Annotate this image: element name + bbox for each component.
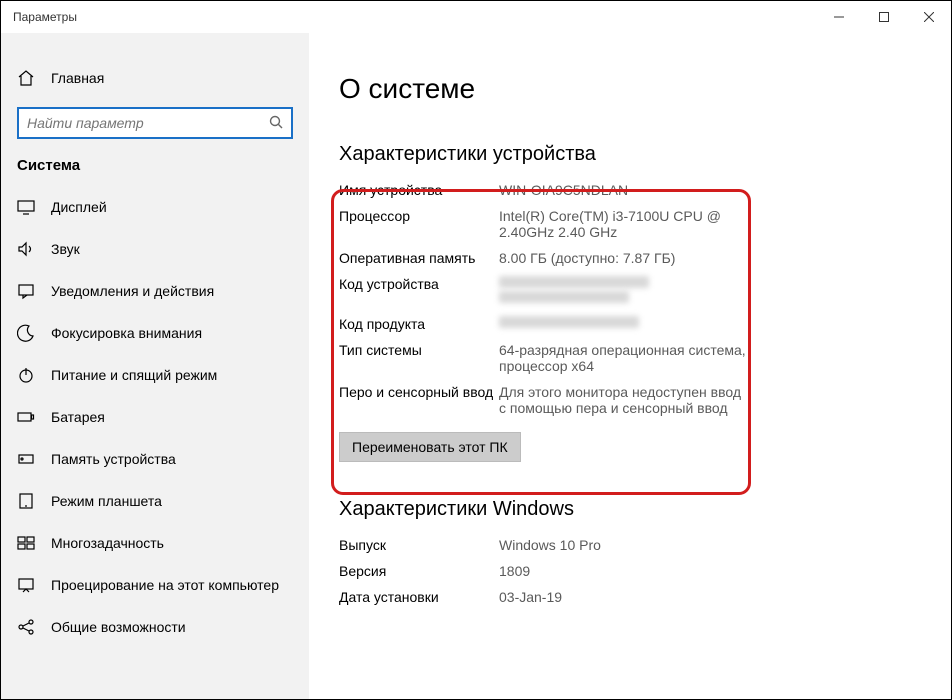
spec-ram: Оперативная память 8.00 ГБ (доступно: 7.…: [339, 250, 921, 266]
spec-value: Windows 10 Pro: [499, 537, 601, 553]
home-icon: [17, 69, 35, 87]
sidebar-item-tablet-mode[interactable]: Режим планшета: [1, 480, 309, 522]
spec-product-id: Код продукта: [339, 316, 921, 332]
search-icon: [269, 115, 283, 132]
sidebar-item-label: Режим планшета: [51, 493, 162, 509]
sidebar-item-label: Дисплей: [51, 199, 107, 215]
spec-value-redacted: [499, 316, 639, 332]
sidebar: Главная Система Дисплей Звук Уведомления…: [1, 33, 309, 699]
titlebar: Параметры: [1, 1, 951, 33]
spec-device-id: Код устройства: [339, 276, 921, 306]
spec-label: Имя устройства: [339, 182, 499, 198]
search-input[interactable]: [27, 115, 269, 131]
sidebar-item-label: Фокусировка внимания: [51, 325, 202, 341]
spec-value: Для этого монитора недоступен ввод с пом…: [499, 384, 749, 416]
sidebar-item-label: Многозадачность: [51, 535, 164, 551]
spec-label: Версия: [339, 563, 499, 579]
storage-icon: [17, 450, 35, 468]
sidebar-item-label: Память устройства: [51, 451, 176, 467]
spec-value-redacted: [499, 276, 649, 306]
sidebar-item-battery[interactable]: Батарея: [1, 396, 309, 438]
spec-value: 1809: [499, 563, 530, 579]
sidebar-item-label: Батарея: [51, 409, 105, 425]
spec-processor: Процессор Intel(R) Core(TM) i3-7100U CPU…: [339, 208, 921, 240]
rename-pc-button[interactable]: Переименовать этот ПК: [339, 432, 521, 462]
sidebar-item-label: Проецирование на этот компьютер: [51, 577, 279, 593]
sidebar-item-power[interactable]: Питание и спящий режим: [1, 354, 309, 396]
sidebar-item-multitasking[interactable]: Многозадачность: [1, 522, 309, 564]
window-title: Параметры: [13, 10, 77, 24]
sidebar-item-storage[interactable]: Память устройства: [1, 438, 309, 480]
sidebar-item-projecting[interactable]: Проецирование на этот компьютер: [1, 564, 309, 606]
spec-label: Выпуск: [339, 537, 499, 553]
spec-edition: Выпуск Windows 10 Pro: [339, 537, 921, 553]
spec-label: Код продукта: [339, 316, 499, 332]
spec-value: 03-Jan-19: [499, 589, 562, 605]
nav-home-label: Главная: [51, 70, 104, 86]
spec-label: Перо и сенсорный ввод: [339, 384, 499, 416]
sidebar-item-notifications[interactable]: Уведомления и действия: [1, 270, 309, 312]
spec-system-type: Тип системы 64-разрядная операционная си…: [339, 342, 921, 374]
device-specs-heading: Характеристики устройства: [339, 143, 921, 166]
sidebar-item-label: Звук: [51, 241, 80, 257]
display-icon: [17, 198, 35, 216]
spec-value: 64-разрядная операционная система, проце…: [499, 342, 749, 374]
spec-install-date: Дата установки 03-Jan-19: [339, 589, 921, 605]
multitasking-icon: [17, 534, 35, 552]
battery-icon: [17, 408, 35, 426]
shared-icon: [17, 618, 35, 636]
spec-value: Intel(R) Core(TM) i3-7100U CPU @ 2.40GHz…: [499, 208, 749, 240]
minimize-button[interactable]: [816, 1, 861, 33]
spec-label: Оперативная память: [339, 250, 499, 266]
notifications-icon: [17, 282, 35, 300]
spec-label: Процессор: [339, 208, 499, 240]
main-content: О системе Характеристики устройства Имя …: [309, 33, 951, 699]
close-button[interactable]: [906, 1, 951, 33]
sidebar-item-label: Общие возможности: [51, 619, 186, 635]
sidebar-item-label: Питание и спящий режим: [51, 367, 217, 383]
search-box[interactable]: [17, 107, 293, 139]
page-title: О системе: [339, 73, 921, 105]
spec-value: WIN-OIA9C5NDLAN: [499, 182, 628, 198]
spec-device-name: Имя устройства WIN-OIA9C5NDLAN: [339, 182, 921, 198]
sidebar-item-focus-assist[interactable]: Фокусировка внимания: [1, 312, 309, 354]
sidebar-item-label: Уведомления и действия: [51, 283, 214, 299]
maximize-button[interactable]: [861, 1, 906, 33]
spec-label: Код устройства: [339, 276, 499, 306]
spec-label: Дата установки: [339, 589, 499, 605]
sidebar-item-shared[interactable]: Общие возможности: [1, 606, 309, 648]
projecting-icon: [17, 576, 35, 594]
spec-value: 8.00 ГБ (доступно: 7.87 ГБ): [499, 250, 675, 266]
spec-pen-touch: Перо и сенсорный ввод Для этого монитора…: [339, 384, 921, 416]
nav-home[interactable]: Главная: [1, 57, 309, 103]
sound-icon: [17, 240, 35, 258]
spec-version: Версия 1809: [339, 563, 921, 579]
spec-label: Тип системы: [339, 342, 499, 374]
sidebar-item-display[interactable]: Дисплей: [1, 186, 309, 228]
focus-assist-icon: [17, 324, 35, 342]
sidebar-item-sound[interactable]: Звук: [1, 228, 309, 270]
sidebar-section-title: Система: [1, 157, 309, 186]
tablet-mode-icon: [17, 492, 35, 510]
windows-specs-heading: Характеристики Windows: [339, 498, 921, 521]
power-icon: [17, 366, 35, 384]
